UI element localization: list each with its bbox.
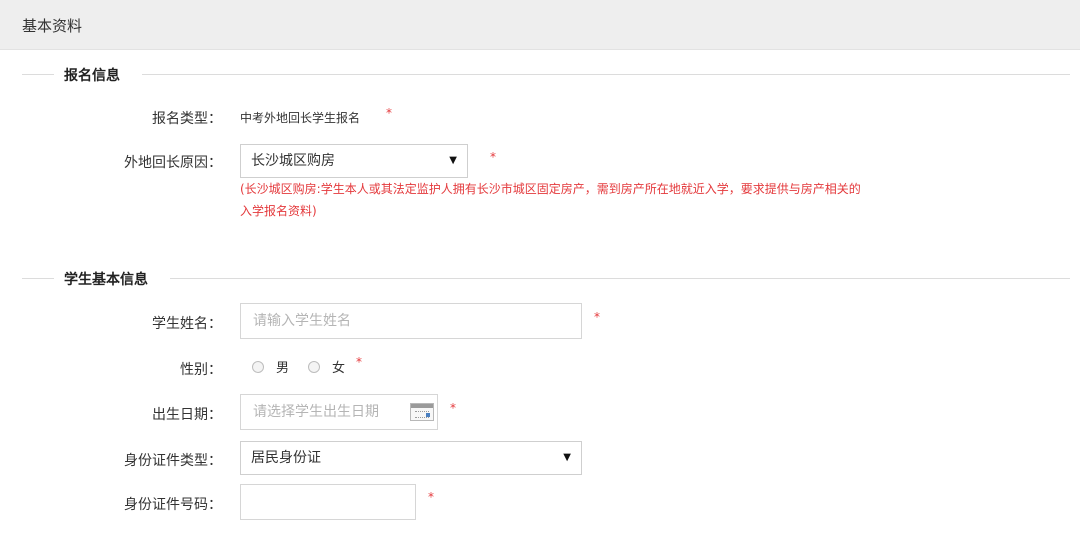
return-reason-hint: (长沙城区购房:学生本人或其法定监护人拥有长沙市城区固定房产，需到房产所在地就近… [240, 178, 960, 222]
id-number-input[interactable] [240, 484, 416, 520]
student-name-input[interactable] [240, 303, 582, 339]
section-divider [22, 74, 54, 75]
return-reason-hint-line2: 入学报名资料) [240, 204, 317, 218]
student-name-label: 学生姓名： [152, 316, 222, 332]
return-reason-selected: 长沙城区购房 [251, 153, 335, 169]
page-header: 基本资料 [0, 0, 1080, 50]
gender-male-label[interactable]: 男 [276, 357, 289, 376]
required-mark: * [450, 401, 456, 415]
section-title-registration: 报名信息 [64, 68, 120, 84]
section-divider [142, 74, 1070, 75]
chevron-down-icon: ▼ [449, 155, 457, 166]
birth-date-input[interactable] [240, 394, 438, 430]
registration-type-value: 中考外地回长学生报名 [240, 111, 361, 125]
required-mark: * [490, 150, 496, 164]
required-mark: * [356, 355, 362, 369]
birth-date-label: 出生日期： [152, 407, 222, 423]
chevron-down-icon: ▼ [563, 452, 571, 463]
required-mark: * [428, 490, 434, 504]
required-mark: * [386, 106, 392, 120]
gender-male-radio[interactable] [252, 361, 264, 373]
section-divider [170, 278, 1070, 279]
id-number-label: 身份证件号码： [124, 497, 222, 513]
registration-type-label: 报名类型： [152, 111, 222, 127]
required-mark: * [594, 310, 600, 324]
section-title-student: 学生基本信息 [64, 272, 148, 288]
gender-female-radio[interactable] [308, 361, 320, 373]
calendar-icon[interactable] [410, 403, 434, 421]
section-divider [22, 278, 54, 279]
gender-female-label[interactable]: 女 [332, 357, 345, 376]
return-reason-label: 外地回长原因： [124, 155, 222, 171]
id-type-select[interactable]: 居民身份证 ▼ [240, 441, 582, 475]
return-reason-select[interactable]: 长沙城区购房 ▼ [240, 144, 468, 178]
return-reason-hint-line1: (长沙城区购房:学生本人或其法定监护人拥有长沙市城区固定房产，需到房产所在地就近… [240, 182, 861, 196]
id-type-selected: 居民身份证 [251, 450, 321, 466]
gender-label: 性别： [180, 362, 222, 378]
page-title: 基本资料 [22, 17, 83, 35]
id-type-label: 身份证件类型： [124, 453, 222, 469]
